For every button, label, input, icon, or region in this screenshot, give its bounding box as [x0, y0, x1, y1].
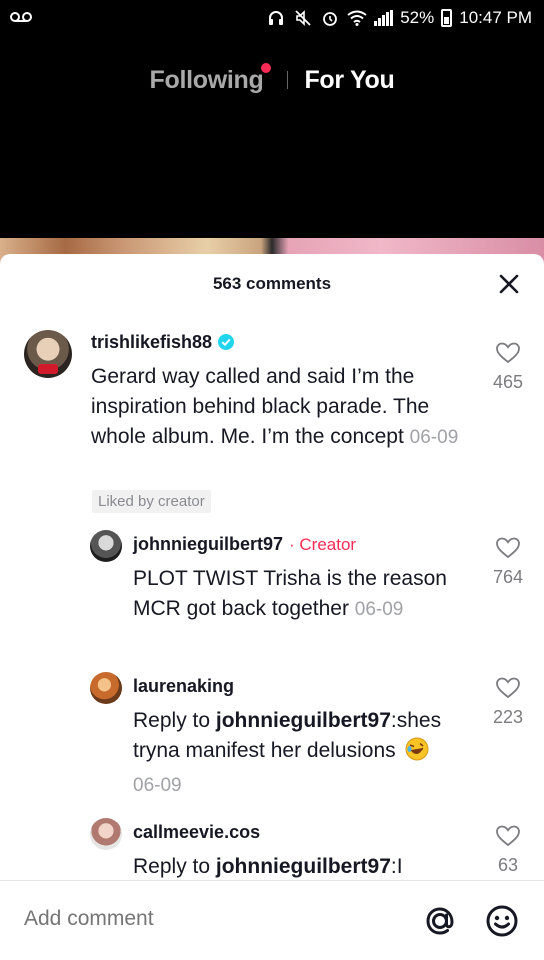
- reply-mention[interactable]: johnnieguilbert97: [216, 855, 391, 878]
- heart-icon: [496, 342, 520, 364]
- emoji-button[interactable]: [482, 901, 522, 941]
- reply-mention[interactable]: johnnieguilbert97: [216, 709, 391, 732]
- comment-text: PLOT TWIST Trisha is the reason MCR got …: [133, 564, 478, 625]
- like-count: 465: [492, 372, 524, 392]
- like-count: 764: [492, 567, 524, 587]
- voicemail-icon: [10, 8, 32, 29]
- heart-icon: [496, 677, 520, 699]
- liked-by-creator-badge: Liked by creator: [92, 490, 211, 513]
- close-button[interactable]: [496, 271, 522, 297]
- comment-username[interactable]: callmeevie.cos: [133, 822, 260, 843]
- mention-button[interactable]: [420, 901, 460, 941]
- comment-body: :I: [390, 855, 403, 878]
- comment-text: Reply to johnnieguilbert97:I: [133, 852, 483, 882]
- verified-icon: [218, 334, 235, 355]
- comment-username[interactable]: johnnieguilbert97 · Creator: [133, 534, 356, 555]
- status-bar: 52% 10:47 PM: [0, 0, 544, 38]
- comment-body: Gerard way called and said I’m the inspi…: [91, 365, 430, 448]
- heart-icon: [496, 825, 520, 847]
- like-count: 223: [492, 707, 524, 727]
- reply-item: laurenaking Reply to johnnieguilbert97:s…: [0, 670, 544, 810]
- reply-prefix: Reply to: [133, 855, 216, 878]
- reply-item: callmeevie.cos Reply to johnnieguilbert9…: [0, 816, 544, 886]
- battery-percent: 52%: [400, 8, 435, 27]
- comment-date: 06-09: [354, 599, 404, 620]
- like-count: 63: [497, 855, 519, 875]
- avatar[interactable]: [90, 818, 122, 850]
- username-text: trishlikefish88: [91, 332, 213, 352]
- mute-icon: [293, 8, 313, 28]
- like-button[interactable]: 465: [488, 341, 528, 393]
- smiley-icon: [486, 905, 518, 937]
- comment-item: trishlikefish88 Gerard way called and sa…: [0, 324, 544, 524]
- add-comment-input[interactable]: [24, 907, 394, 931]
- at-icon: [426, 907, 454, 935]
- reply-item: johnnieguilbert97 · Creator PLOT TWIST Tr…: [0, 528, 544, 658]
- comment-date: 06-09: [133, 775, 182, 796]
- signal-icon: [374, 10, 394, 26]
- clock-time: 10:47 PM: [459, 8, 532, 27]
- comment-text: Gerard way called and said I’m the inspi…: [91, 362, 481, 453]
- like-button[interactable]: 223: [488, 676, 528, 728]
- laughing-emoji-icon: [405, 737, 429, 770]
- comment-count: 563 comments: [212, 274, 332, 293]
- comments-sheet: 563 comments trishlikefish88 Gerard way …: [0, 254, 544, 960]
- feed-tabs: Following For You: [0, 58, 544, 102]
- comment-text: Reply to johnnieguilbert97:shes tryna ma…: [133, 706, 483, 801]
- like-button[interactable]: 63: [488, 824, 528, 876]
- username-text: johnnieguilbert97: [133, 534, 284, 554]
- avatar[interactable]: [24, 330, 72, 378]
- battery-icon: [441, 9, 453, 27]
- tab-for-you[interactable]: For You: [304, 66, 394, 95]
- comment-date: 06-09: [409, 427, 459, 448]
- avatar[interactable]: [90, 672, 122, 704]
- heart-icon: [496, 537, 520, 559]
- comments-header: 563 comments: [0, 254, 544, 314]
- wifi-icon: [347, 8, 367, 28]
- notification-dot: [261, 62, 272, 73]
- tab-divider: [287, 71, 289, 89]
- close-icon: [499, 274, 519, 294]
- comment-username[interactable]: laurenaking: [133, 676, 234, 697]
- reply-prefix: Reply to: [133, 709, 216, 732]
- tab-following[interactable]: Following: [149, 62, 272, 95]
- like-button[interactable]: 764: [488, 536, 528, 588]
- alarm-icon: [320, 8, 340, 28]
- comment-username[interactable]: trishlikefish88: [91, 332, 235, 355]
- tab-following-label: Following: [149, 65, 264, 94]
- comment-input-bar: [0, 880, 544, 960]
- creator-tag: · Creator: [289, 535, 357, 554]
- avatar[interactable]: [90, 530, 122, 562]
- headset-icon: [266, 8, 286, 28]
